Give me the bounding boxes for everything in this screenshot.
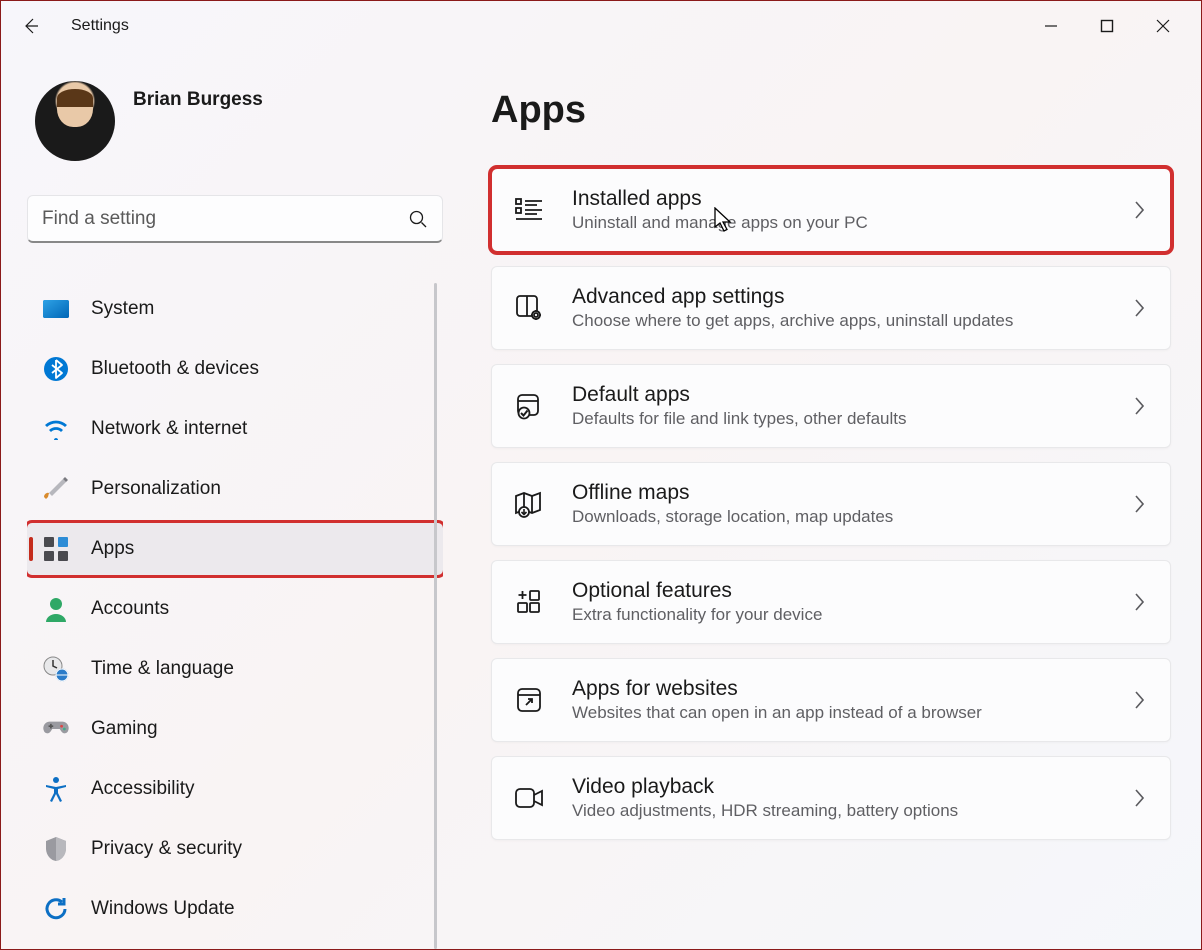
accessibility-icon [43,776,69,802]
sidebar-item-label: Personalization [91,478,221,500]
card-installed-apps[interactable]: Installed apps Uninstall and manage apps… [491,168,1171,252]
card-offline-maps[interactable]: Offline maps Downloads, storage location… [491,462,1171,546]
apps-icon [43,536,69,562]
minimize-icon [1044,19,1058,33]
search-input[interactable] [42,208,408,230]
page-title: Apps [491,89,1171,132]
card-optional-features[interactable]: Optional features Extra functionality fo… [491,560,1171,644]
scrollbar[interactable] [434,283,437,949]
list-icon [514,195,544,225]
chevron-right-icon [1132,787,1146,809]
card-title: Optional features [572,579,1104,603]
chevron-right-icon [1132,199,1146,221]
system-icon [43,296,69,322]
card-title: Apps for websites [572,677,1104,701]
card-apps-for-websites[interactable]: Apps for websites Websites that can open… [491,658,1171,742]
close-button[interactable] [1135,6,1191,46]
card-subtitle: Choose where to get apps, archive apps, … [572,311,1104,331]
close-icon [1156,19,1170,33]
profile-section[interactable]: Brian Burgess [27,81,443,161]
card-title: Advanced app settings [572,285,1104,309]
video-icon [514,783,544,813]
window-controls [1023,6,1191,46]
chevron-right-icon [1132,395,1146,417]
update-icon [43,896,69,922]
minimize-button[interactable] [1023,6,1079,46]
sidebar-item-privacy[interactable]: Privacy & security [27,823,443,875]
card-title: Default apps [572,383,1104,407]
sidebar-item-label: Time & language [91,658,234,680]
sidebar-item-label: Windows Update [91,898,235,920]
arrow-left-icon [21,16,41,36]
search-box[interactable] [27,195,443,243]
wifi-icon [43,416,69,442]
chevron-right-icon [1132,297,1146,319]
sidebar-item-bluetooth[interactable]: Bluetooth & devices [27,343,443,395]
sidebar-item-label: Accounts [91,598,169,620]
card-subtitle: Downloads, storage location, map updates [572,507,1104,527]
card-default-apps[interactable]: Default apps Defaults for file and link … [491,364,1171,448]
card-advanced-app-settings[interactable]: Advanced app settings Choose where to ge… [491,266,1171,350]
sidebar-item-label: Bluetooth & devices [91,358,259,380]
sidebar-item-label: Gaming [91,718,158,740]
back-button[interactable] [11,6,51,46]
sidebar-item-accounts[interactable]: Accounts [27,583,443,635]
sidebar-item-network[interactable]: Network & internet [27,403,443,455]
chevron-right-icon [1132,689,1146,711]
sidebar-item-time[interactable]: Time & language [27,643,443,695]
sidebar-item-personalization[interactable]: Personalization [27,463,443,515]
gamepad-icon [43,716,69,742]
maximize-button[interactable] [1079,6,1135,46]
sidebar-item-gaming[interactable]: Gaming [27,703,443,755]
card-title: Video playback [572,775,1104,799]
avatar [35,81,115,161]
person-icon [43,596,69,622]
sidebar-item-label: System [91,298,154,320]
card-subtitle: Uninstall and manage apps on your PC [572,213,1104,233]
paintbrush-icon [43,476,69,502]
sidebar-item-label: Privacy & security [91,838,242,860]
nav-list: System Bluetooth & devices Network & int… [27,283,443,949]
maximize-icon [1100,19,1114,33]
card-title: Installed apps [572,187,1104,211]
card-video-playback[interactable]: Video playback Video adjustments, HDR st… [491,756,1171,840]
website-app-icon [514,685,544,715]
app-title: Settings [71,17,129,35]
clock-globe-icon [43,656,69,682]
default-apps-icon [514,391,544,421]
card-subtitle: Defaults for file and link types, other … [572,409,1104,429]
profile-name: Brian Burgess [133,89,263,111]
sidebar-item-label: Accessibility [91,778,194,800]
optional-features-icon [514,587,544,617]
chevron-right-icon [1132,493,1146,515]
bluetooth-icon [43,356,69,382]
sidebar: Brian Burgess System Bluetooth & device [1,51,461,949]
search-icon [408,209,428,229]
titlebar: Settings [1,1,1201,51]
app-gear-icon [514,293,544,323]
card-subtitle: Extra functionality for your device [572,605,1104,625]
chevron-right-icon [1132,591,1146,613]
main-panel: Apps Installed apps Uninstall and manage… [461,51,1201,949]
sidebar-item-system[interactable]: System [27,283,443,335]
sidebar-item-label: Apps [91,538,134,560]
shield-icon [43,836,69,862]
sidebar-item-update[interactable]: Windows Update [27,883,443,935]
sidebar-item-apps[interactable]: Apps [27,523,443,575]
card-title: Offline maps [572,481,1104,505]
map-icon [514,489,544,519]
sidebar-item-label: Network & internet [91,418,247,440]
sidebar-item-accessibility[interactable]: Accessibility [27,763,443,815]
card-subtitle: Websites that can open in an app instead… [572,703,1104,723]
card-subtitle: Video adjustments, HDR streaming, batter… [572,801,1104,821]
